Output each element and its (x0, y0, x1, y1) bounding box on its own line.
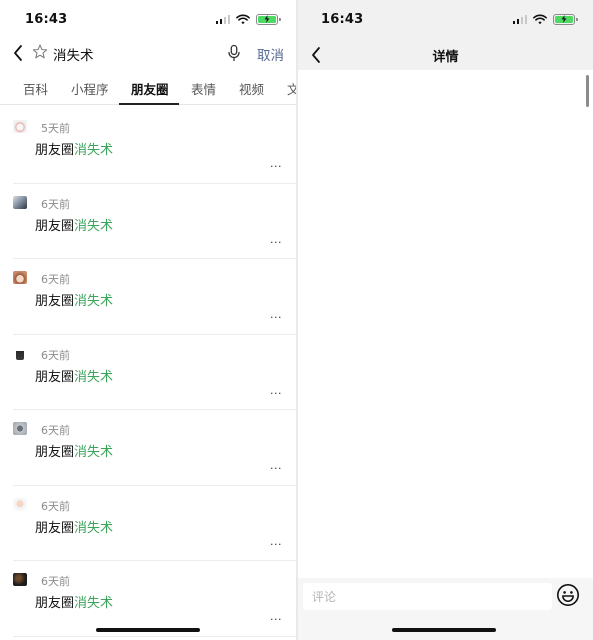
post-time: 6天前 (41, 499, 70, 513)
avatar[interactable] (13, 195, 27, 209)
tab-stickers[interactable]: 表情 (191, 79, 216, 98)
post-text[interactable]: 朋友圈消失术 (35, 290, 113, 309)
avatar[interactable] (13, 573, 27, 586)
moments-results-list: 5天前 朋友圈消失术 ··· 6天前 朋友圈消失术 ··· 6天前 朋友圈消失术… (0, 108, 296, 637)
tab-mini-programs[interactable]: 小程序 (71, 79, 109, 98)
post-text-prefix: 朋友圈 (35, 369, 75, 385)
avatar[interactable] (13, 271, 27, 284)
post-text-prefix: 朋友圈 (35, 596, 75, 611)
cancel-button[interactable]: 取消 (257, 44, 284, 64)
post-text-highlight: 消失术 (74, 294, 114, 309)
tab-articles[interactable]: 文 (287, 79, 296, 98)
cellular-signal-icon (215, 14, 230, 24)
post-text-highlight: 消失术 (74, 369, 114, 385)
wifi-icon (533, 13, 547, 24)
search-input[interactable]: 消失术 (53, 44, 94, 64)
page-title: 详情 (432, 50, 459, 65)
active-tab-indicator (119, 103, 179, 105)
list-item[interactable]: 6天前 朋友圈消失术 ··· (0, 259, 296, 335)
more-icon[interactable]: ··· (270, 311, 282, 324)
microphone-icon[interactable] (226, 43, 242, 63)
list-item[interactable]: 6天前 朋友圈消失术 ··· (0, 486, 296, 561)
more-icon[interactable]: ··· (270, 538, 282, 551)
list-item[interactable]: 6天前 朋友圈消失术 ··· (0, 410, 296, 486)
post-text-prefix: 朋友圈 (35, 294, 75, 309)
navigation-bar: 详情 (298, 40, 593, 70)
more-icon[interactable]: ··· (270, 236, 282, 249)
post-text-prefix: 朋友圈 (35, 143, 75, 158)
status-time: 16:43 (25, 12, 68, 27)
battery-charging-icon (256, 13, 281, 25)
home-indicator[interactable] (392, 628, 496, 632)
back-icon[interactable] (10, 42, 26, 64)
post-text[interactable]: 朋友圈消失术 (35, 441, 113, 460)
search-bar: 消失术 取消 (0, 40, 296, 68)
post-text-prefix: 朋友圈 (35, 218, 75, 234)
post-text-highlight: 消失术 (74, 445, 114, 460)
post-text-prefix: 朋友圈 (35, 520, 75, 536)
scrollbar[interactable] (586, 75, 589, 107)
avatar[interactable] (16, 346, 24, 360)
status-bar: 16:43 (0, 0, 296, 40)
status-time: 16:43 (321, 12, 364, 27)
post-text-highlight: 消失术 (74, 596, 114, 611)
search-results-screen: 16:43 消失术 取消 百科 小程序 朋友圈 表情 视频 文 5天前 朋友圈消… (0, 0, 296, 640)
battery-charging-icon (553, 13, 578, 25)
post-text[interactable]: 朋友圈消失术 (35, 139, 113, 158)
cellular-signal-icon (512, 14, 527, 24)
avatar[interactable] (13, 497, 27, 511)
post-time: 6天前 (41, 348, 70, 362)
category-tabs: 百科 小程序 朋友圈 表情 视频 文 (0, 72, 296, 105)
post-time: 5天前 (41, 122, 70, 135)
post-text[interactable]: 朋友圈消失术 (35, 592, 113, 611)
status-bar: 16:43 (298, 0, 593, 40)
post-time: 6天前 (41, 197, 70, 211)
home-indicator[interactable] (96, 628, 200, 632)
tab-videos[interactable]: 视频 (239, 79, 264, 98)
list-item[interactable]: 6天前 朋友圈消失术 ··· (0, 184, 296, 259)
more-icon[interactable]: ··· (270, 387, 282, 400)
star-outline-icon[interactable] (31, 43, 49, 61)
smiley-icon[interactable] (556, 583, 580, 607)
list-item[interactable]: 5天前 朋友圈消失术 ··· (0, 108, 296, 184)
status-icons (512, 13, 578, 25)
post-text[interactable]: 朋友圈消失术 (35, 366, 113, 385)
wifi-icon (236, 13, 250, 24)
status-icons (215, 13, 281, 25)
list-item[interactable]: 6天前 朋友圈消失术 ··· (0, 561, 296, 637)
comment-input[interactable] (303, 583, 552, 610)
divider (13, 635, 296, 637)
post-time: 6天前 (41, 273, 70, 286)
list-item[interactable]: 6天前 朋友圈消失术 ··· (0, 335, 296, 410)
post-text-prefix: 朋友圈 (35, 445, 75, 460)
post-text[interactable]: 朋友圈消失术 (35, 517, 113, 536)
post-time: 6天前 (41, 424, 70, 437)
post-text-highlight: 消失术 (74, 143, 114, 158)
post-time: 6天前 (41, 575, 70, 588)
post-text-highlight: 消失术 (74, 520, 114, 536)
tab-moments[interactable]: 朋友圈 (131, 79, 169, 98)
detail-screen: 16:43 详情 (298, 0, 593, 640)
post-text[interactable]: 朋友圈消失术 (35, 215, 113, 234)
more-icon[interactable]: ··· (270, 613, 282, 626)
post-text-highlight: 消失术 (74, 218, 114, 234)
tab-encyclopedia[interactable]: 百科 (23, 79, 48, 98)
more-icon[interactable]: ··· (270, 160, 282, 173)
more-icon[interactable]: ··· (270, 462, 282, 475)
avatar[interactable] (13, 422, 27, 435)
avatar[interactable] (13, 120, 27, 133)
